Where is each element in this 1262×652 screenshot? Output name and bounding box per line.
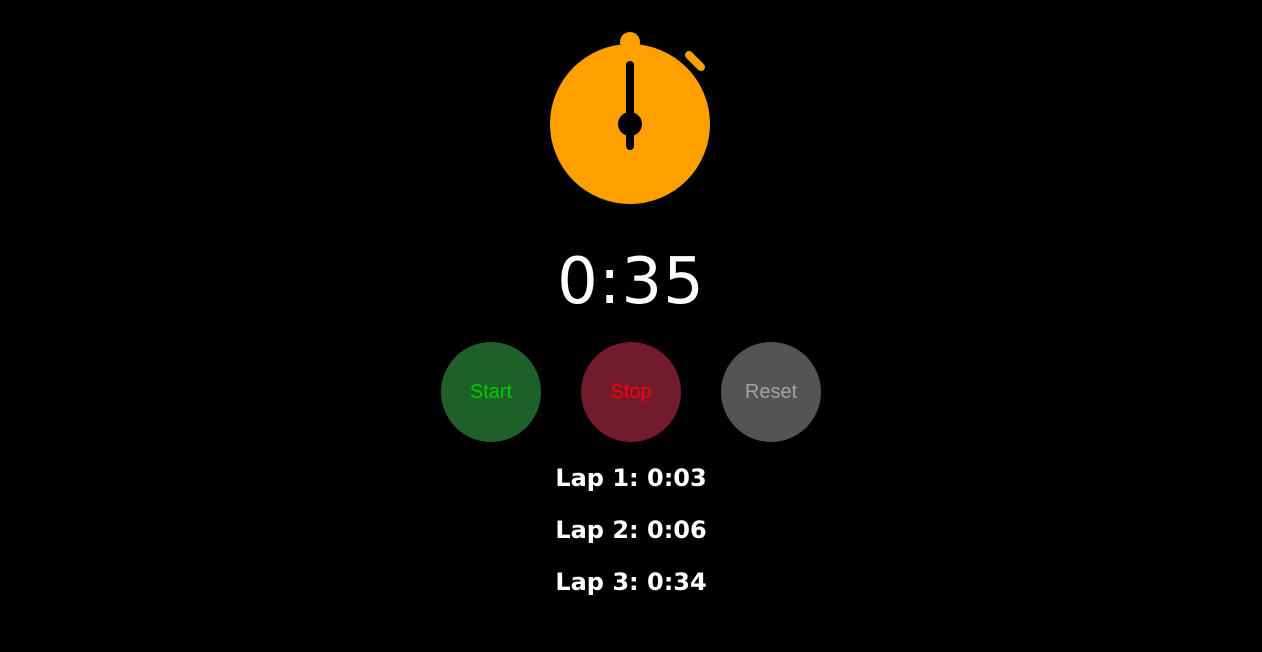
reset-button[interactable]: Reset bbox=[721, 342, 821, 442]
controls: Start Stop Reset bbox=[441, 342, 821, 442]
elapsed-time-display: 0:35 bbox=[557, 245, 705, 319]
stopwatch-icon bbox=[550, 32, 710, 204]
lap-item: Lap 1: 0:03 bbox=[555, 464, 707, 492]
lap-item: Lap 3: 0:34 bbox=[555, 568, 707, 596]
stop-button[interactable]: Stop bbox=[581, 342, 681, 442]
start-button[interactable]: Start bbox=[441, 342, 541, 442]
lap-list: Lap 1: 0:03 Lap 2: 0:06 Lap 3: 0:34 bbox=[0, 458, 1262, 614]
lap-item: Lap 2: 0:06 bbox=[555, 516, 707, 544]
